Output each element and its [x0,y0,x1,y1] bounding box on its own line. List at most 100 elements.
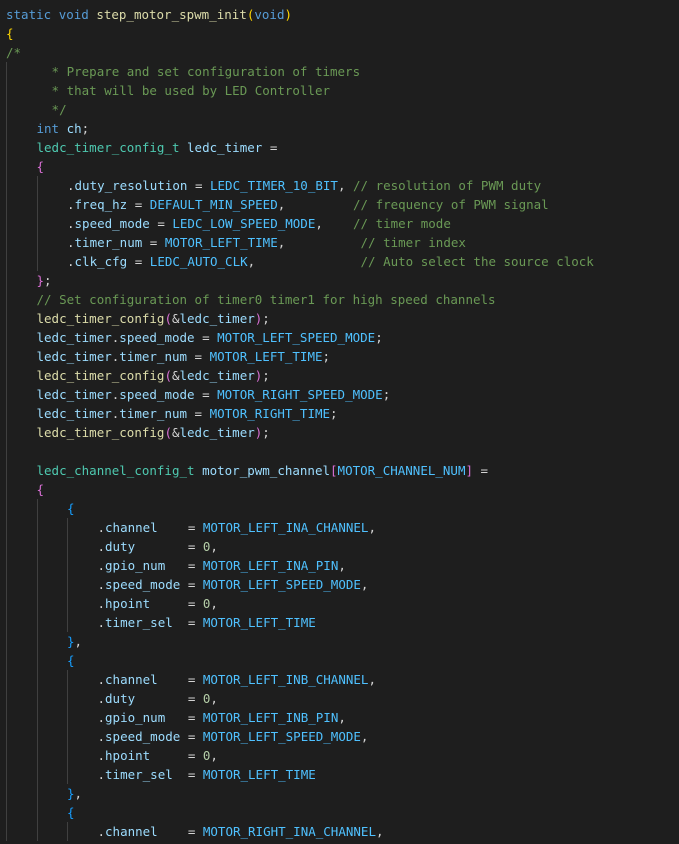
indent-guide [6,404,7,423]
code-line[interactable]: .channel = MOTOR_LEFT_INB_CHANNEL, [0,670,679,689]
code-token: = [262,140,278,155]
code-line[interactable]: { [0,499,679,518]
code-line-content: // Set configuration of timer0 timer1 fo… [37,292,496,307]
code-line[interactable]: .speed_mode = LEDC_LOW_SPEED_MODE, // ti… [0,214,679,233]
code-line[interactable]: */ [0,100,679,119]
code-token: void [58,7,89,22]
code-line[interactable]: { [0,24,679,43]
code-line[interactable]: .timer_num = MOTOR_LEFT_TIME, // timer i… [0,233,679,252]
code-token: hpoint [105,748,151,763]
code-token: { [36,159,45,174]
code-token: . [67,235,75,250]
indent-guide [67,822,68,841]
code-line[interactable] [0,442,679,461]
code-line[interactable]: ledc_channel_config_t motor_pwm_channel[… [0,461,679,480]
code-line[interactable]: // Set configuration of timer0 timer1 fo… [0,290,679,309]
code-token: /* [6,45,22,60]
code-line[interactable]: ledc_timer_config_t ledc_timer = [0,138,679,157]
code-token: duty [105,539,136,554]
code-line[interactable]: .timer_sel = MOTOR_LEFT_TIME [0,765,679,784]
code-line[interactable]: .speed_mode = MOTOR_LEFT_SPEED_MODE, [0,575,679,594]
code-token: = [157,672,203,687]
code-line[interactable]: .channel = MOTOR_LEFT_INA_CHANNEL, [0,518,679,537]
code-token: * that will be used by LED Controller [36,83,330,98]
code-token: channel [105,824,158,839]
code-token: MOTOR_RIGHT_TIME [209,406,331,421]
code-line[interactable]: .speed_mode = MOTOR_LEFT_SPEED_MODE, [0,727,679,746]
code-line[interactable]: .duty = 0, [0,689,679,708]
code-line[interactable]: .timer_sel = MOTOR_LEFT_TIME [0,613,679,632]
code-line[interactable]: ledc_timer_config(&ledc_timer); [0,423,679,442]
indent-guide [6,670,7,689]
code-line[interactable]: }, [0,632,679,651]
code-line[interactable]: { [0,651,679,670]
indent-guide [6,100,7,119]
code-line[interactable]: ledc_timer.timer_num = MOTOR_RIGHT_TIME; [0,404,679,423]
code-line[interactable]: .duty_resolution = LEDC_TIMER_10_BIT, //… [0,176,679,195]
code-token: * Prepare and set configuration of timer… [36,64,361,79]
code-line-content: ledc_channel_config_t motor_pwm_channel[… [37,463,489,478]
code-line-content: { [67,805,75,820]
indent-guide [6,62,7,81]
code-line[interactable]: * Prepare and set configuration of timer… [0,62,679,81]
code-line[interactable]: static void step_motor_spwm_init(void) [0,5,679,24]
code-token: MOTOR_LEFT_TIME [209,349,323,364]
code-line[interactable]: .channel = MOTOR_RIGHT_INA_CHANNEL, [0,822,679,841]
code-line[interactable]: .duty = 0, [0,537,679,556]
code-line[interactable]: ledc_timer.speed_mode = MOTOR_LEFT_SPEED… [0,328,679,347]
code-token: ledc_timer [187,140,263,155]
code-line[interactable]: .clk_cfg = LEDC_AUTO_CLK, // Auto select… [0,252,679,271]
code-line[interactable]: .hpoint = 0, [0,746,679,765]
code-line[interactable]: .gpio_num = MOTOR_LEFT_INB_PIN, [0,708,679,727]
code-token: MOTOR_LEFT_INB_CHANNEL [202,672,369,687]
code-token: channel [105,520,158,535]
indent-guide [6,385,7,404]
code-line[interactable]: .gpio_num = MOTOR_LEFT_INA_PIN, [0,556,679,575]
code-token: // timer mode [353,216,451,231]
code-line-content: }, [67,634,82,649]
code-line-content: .duty = 0, [98,691,218,706]
code-token: , [368,520,376,535]
indent-guide [6,537,7,556]
code-editor[interactable]: static void step_motor_spwm_init(void) { /… [0,5,679,841]
code-token: { [6,26,14,41]
code-token: // resolution of PWM duty [353,178,542,193]
code-line[interactable]: { [0,803,679,822]
indent-guide [6,423,7,442]
code-line-content: { [67,501,75,516]
code-token: LEDC_TIMER_10_BIT [210,178,338,193]
indent-guide [6,233,7,252]
code-line[interactable]: ledc_timer_config(&ledc_timer); [0,309,679,328]
code-token: // Set configuration of timer0 timer1 fo… [36,292,496,307]
code-token: = [150,748,203,763]
code-line-content: .hpoint = 0, [98,596,218,611]
code-line[interactable]: ledc_timer.speed_mode = MOTOR_RIGHT_SPEE… [0,385,679,404]
code-line[interactable]: * that will be used by LED Controller [0,81,679,100]
code-line[interactable]: { [0,157,679,176]
code-line-content: ledc_timer.timer_num = MOTOR_RIGHT_TIME; [37,406,338,421]
code-line[interactable]: }; [0,271,679,290]
code-line[interactable]: .freq_hz = DEFAULT_MIN_SPEED, // frequen… [0,195,679,214]
code-line[interactable]: ledc_timer_config(&ledc_timer); [0,366,679,385]
indent-guide [6,689,7,708]
code-token: = [127,254,150,269]
code-line[interactable]: ledc_timer.timer_num = MOTOR_LEFT_TIME; [0,347,679,366]
indent-guide [6,651,7,670]
code-token: ledc_timer [36,330,112,345]
code-line-content: .speed_mode = MOTOR_LEFT_SPEED_MODE, [98,577,369,592]
code-token: ; [322,349,331,364]
code-line[interactable]: /* [0,43,679,62]
code-token: freq_hz [74,197,128,212]
code-line[interactable]: }, [0,784,679,803]
code-line-content: .speed_mode = LEDC_LOW_SPEED_MODE, // ti… [67,216,451,231]
code-token: . [97,729,106,744]
indent-guide [67,518,68,537]
code-line-content: { [37,159,45,174]
indent-guide [36,537,38,556]
code-line[interactable]: int ch; [0,119,679,138]
code-token: , [360,729,369,744]
code-line[interactable]: { [0,480,679,499]
code-line[interactable]: .hpoint = 0, [0,594,679,613]
code-token: ledc_timer [179,368,255,383]
indent-guide [6,594,7,613]
